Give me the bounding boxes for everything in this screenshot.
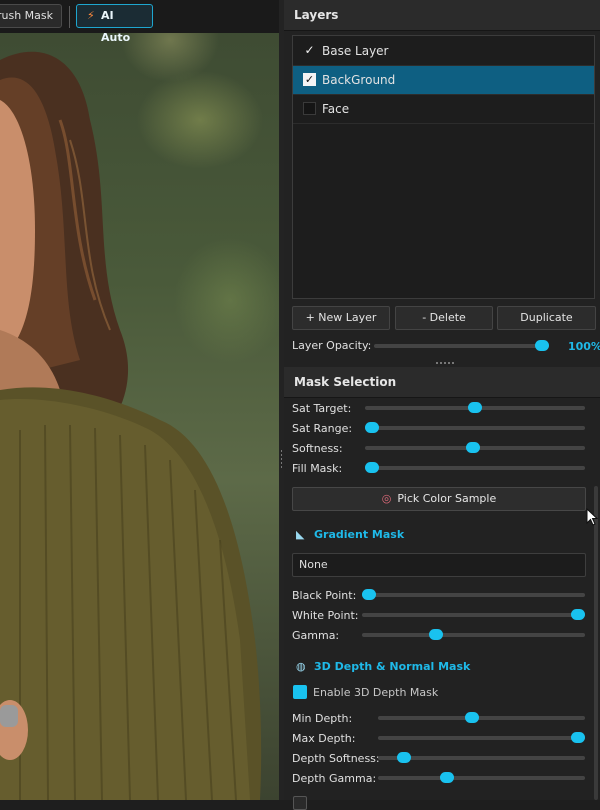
slider-track[interactable] <box>365 466 585 470</box>
slider-handle[interactable] <box>428 629 443 640</box>
layer-row-background[interactable]: ✓ BackGround <box>293 66 594 95</box>
layer-visibility-checkbox[interactable]: ✓ <box>303 73 316 86</box>
splitter-grip-icon <box>281 450 282 468</box>
slider-handle[interactable] <box>439 772 454 783</box>
layer-opacity-value: 100% <box>568 340 600 353</box>
toolbar-divider <box>69 6 70 28</box>
slider-handle[interactable] <box>468 402 482 413</box>
depth-softness-label: Depth Softness: <box>292 752 380 765</box>
fill-mask-label: Fill Mask: <box>292 462 343 475</box>
right-panel: Layers ✓ Base Layer ✓ BackGround Face + … <box>284 0 600 810</box>
enable-3d-depth-label: Enable 3D Depth Mask <box>313 686 439 699</box>
gamma-label: Gamma: <box>292 629 340 642</box>
target-icon: ◎ <box>381 492 392 505</box>
sat-target-label: Sat Target: <box>292 402 352 415</box>
slider-track[interactable] <box>365 426 585 430</box>
gradient-mask-title: Gradient Mask <box>314 528 405 541</box>
slider-track[interactable] <box>378 736 585 740</box>
duplicate-layer-button[interactable]: Duplicate <box>497 306 596 330</box>
layer-list[interactable]: ✓ Base Layer ✓ BackGround Face <box>292 35 595 299</box>
depth-gamma-label: Depth Gamma: <box>292 772 377 785</box>
slider-handle[interactable] <box>464 712 479 723</box>
new-layer-button[interactable]: + New Layer <box>292 306 390 330</box>
slider-track[interactable] <box>378 776 585 780</box>
slider-track[interactable] <box>362 613 585 617</box>
layer-name: BackGround <box>322 73 396 87</box>
softness-label: Softness: <box>292 442 343 455</box>
layer-row-face[interactable]: Face <box>293 95 594 124</box>
slider-handle[interactable] <box>465 442 480 453</box>
panel-resize-grip-icon[interactable] <box>436 362 454 364</box>
globe-icon: ◍ <box>296 660 306 673</box>
white-point-label: White Point: <box>292 609 359 622</box>
layer-row-base-layer[interactable]: ✓ Base Layer <box>293 37 594 66</box>
next-option-checkbox[interactable] <box>293 796 307 810</box>
gradient-mask-selected-value: None <box>299 558 328 571</box>
layer-visibility-checkbox[interactable] <box>303 102 316 115</box>
slider-handle[interactable] <box>365 462 379 473</box>
lightning-icon: ⚡ <box>87 9 95 22</box>
layer-visibility-checkbox[interactable]: ✓ <box>303 44 316 57</box>
slider-handle[interactable] <box>571 609 585 620</box>
delete-layer-button[interactable]: - Delete <box>395 306 493 330</box>
slider-track[interactable] <box>362 633 585 637</box>
pick-color-label: Pick Color Sample <box>397 492 497 505</box>
pick-color-sample-button[interactable]: ◎ Pick Color Sample <box>292 487 586 511</box>
brush-mask-label: rush Mask <box>0 9 53 22</box>
slider-handle[interactable] <box>362 589 376 600</box>
canvas-toolbar: rush Mask ⚡ AI Auto <box>0 0 279 44</box>
ai-auto-label: AI Auto <box>101 9 131 44</box>
gradient-mask-select[interactable]: None <box>292 553 586 577</box>
slider-track[interactable] <box>362 593 585 597</box>
max-depth-label: Max Depth: <box>292 732 356 745</box>
layer-name: Base Layer <box>322 44 389 58</box>
image-canvas[interactable]: rush Mask ⚡ AI Auto <box>0 0 279 800</box>
mask-selection-title: Mask Selection <box>284 367 600 398</box>
layers-panel-title: Layers <box>284 0 600 31</box>
layer-name: Face <box>322 102 350 116</box>
photo-illustration <box>0 51 262 800</box>
brush-mask-button[interactable]: rush Mask <box>0 4 62 28</box>
slider-handle[interactable] <box>535 340 549 351</box>
layer-opacity-label: Layer Opacity: <box>292 339 372 352</box>
mask-panel-scrollbar[interactable] <box>594 486 598 800</box>
sat-range-label: Sat Range: <box>292 422 353 435</box>
gradient-icon: ◣ <box>296 528 305 541</box>
slider-handle[interactable] <box>571 732 585 743</box>
min-depth-label: Min Depth: <box>292 712 353 725</box>
depth-mask-title: 3D Depth & Normal Mask <box>314 660 471 673</box>
slider-track[interactable] <box>374 344 549 348</box>
black-point-label: Black Point: <box>292 589 357 602</box>
ai-auto-button[interactable]: ⚡ AI Auto <box>76 4 153 44</box>
mouse-cursor-icon <box>586 508 598 526</box>
slider-handle[interactable] <box>365 422 379 433</box>
slider-handle[interactable] <box>397 752 412 763</box>
enable-3d-depth-checkbox[interactable] <box>293 685 307 699</box>
slider-track[interactable] <box>378 716 585 720</box>
